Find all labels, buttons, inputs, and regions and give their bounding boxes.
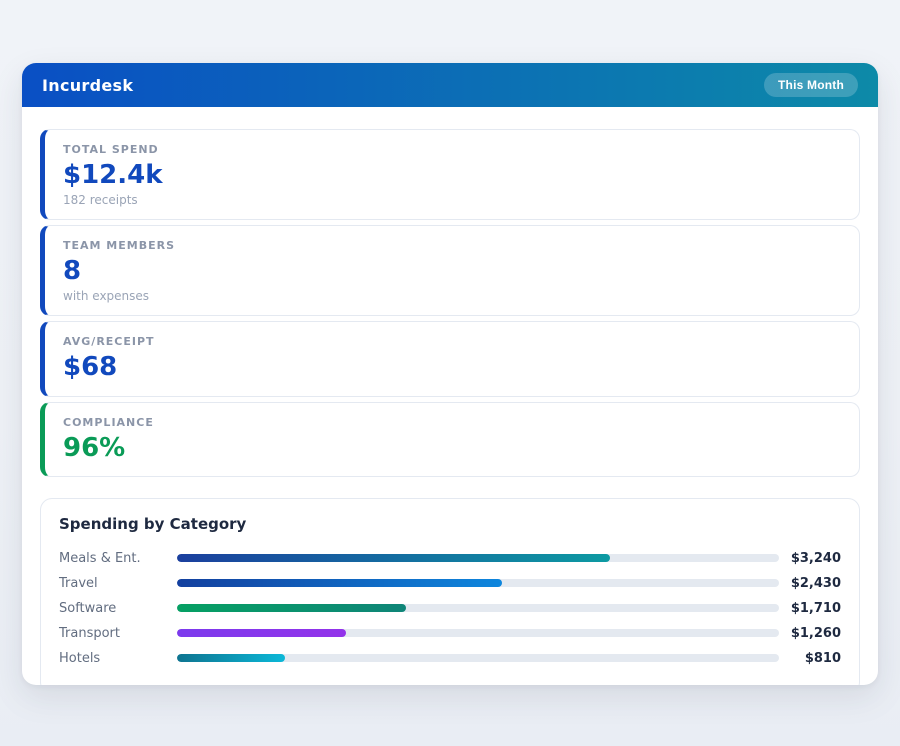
stat-value: 8 bbox=[63, 256, 841, 287]
chart-row-travel: Travel $2,430 bbox=[59, 571, 841, 596]
category-label: Transport bbox=[59, 626, 177, 641]
stat-value: $68 bbox=[63, 352, 841, 383]
bar-fill-software bbox=[177, 604, 406, 612]
category-value: $1,260 bbox=[779, 626, 841, 641]
bar-track bbox=[177, 579, 779, 587]
category-label: Hotels bbox=[59, 651, 177, 666]
stat-card-team-members: TEAM MEMBERS 8 with expenses bbox=[40, 225, 860, 316]
stat-card-avg-receipt: AVG/RECEIPT $68 bbox=[40, 321, 860, 396]
category-value: $2,430 bbox=[779, 576, 841, 591]
bar-fill-hotels bbox=[177, 654, 285, 662]
category-label: Travel bbox=[59, 576, 177, 591]
chart-row-software: Software $1,710 bbox=[59, 596, 841, 621]
chart-row-hotels: Hotels $810 bbox=[59, 646, 841, 671]
bar-track bbox=[177, 654, 779, 662]
bar-fill-travel bbox=[177, 579, 502, 587]
app-window: Incurdesk This Month TOTAL SPEND $12.4k … bbox=[22, 63, 878, 685]
spending-by-category-panel: Spending by Category Meals & Ent. $3,240… bbox=[40, 498, 860, 685]
category-value: $1,710 bbox=[779, 601, 841, 616]
bar-track bbox=[177, 604, 779, 612]
stat-card-compliance: COMPLIANCE 96% bbox=[40, 402, 860, 477]
stat-subtext: with expenses bbox=[63, 289, 841, 303]
bar-fill-meals bbox=[177, 554, 610, 562]
app-main: TOTAL SPEND $12.4k 182 receipts TEAM MEM… bbox=[22, 107, 878, 685]
chart-row-transport: Transport $1,260 bbox=[59, 621, 841, 646]
stat-label: TOTAL SPEND bbox=[63, 143, 841, 156]
stat-card-total-spend: TOTAL SPEND $12.4k 182 receipts bbox=[40, 129, 860, 220]
category-label: Meals & Ent. bbox=[59, 551, 177, 566]
app-title: Incurdesk bbox=[42, 76, 133, 95]
stat-subtext: 182 receipts bbox=[63, 193, 841, 207]
stat-label: COMPLIANCE bbox=[63, 416, 841, 429]
category-label: Software bbox=[59, 601, 177, 616]
stat-label: TEAM MEMBERS bbox=[63, 239, 841, 252]
category-value: $810 bbox=[779, 651, 841, 666]
bar-track bbox=[177, 629, 779, 637]
stat-value: $12.4k bbox=[63, 160, 841, 191]
stat-value: 96% bbox=[63, 433, 841, 464]
category-value: $3,240 bbox=[779, 551, 841, 566]
chart-title: Spending by Category bbox=[59, 515, 841, 533]
bar-fill-transport bbox=[177, 629, 346, 637]
chart-row-meals: Meals & Ent. $3,240 bbox=[59, 546, 841, 571]
bar-track bbox=[177, 554, 779, 562]
stat-label: AVG/RECEIPT bbox=[63, 335, 841, 348]
period-badge[interactable]: This Month bbox=[764, 73, 858, 97]
app-header: Incurdesk This Month bbox=[22, 63, 878, 107]
